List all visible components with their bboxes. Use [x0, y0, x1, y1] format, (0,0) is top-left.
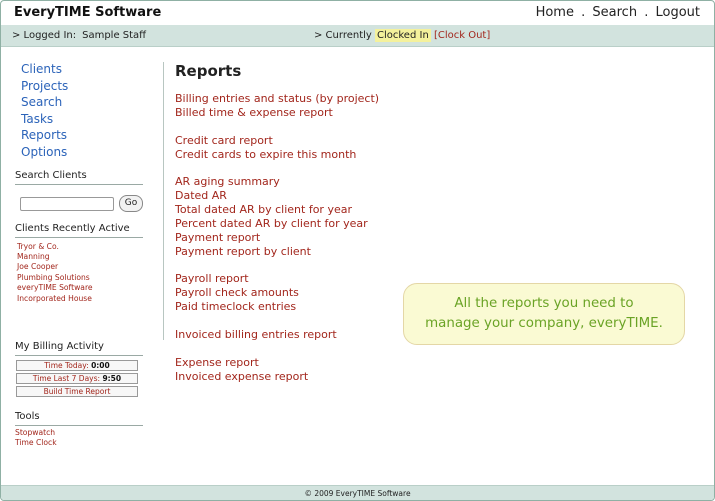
report-link[interactable]: Payment report — [175, 231, 415, 245]
app-title: EveryTIME Software — [14, 5, 162, 20]
report-group-ar: AR aging summary Dated AR Total dated AR… — [175, 175, 415, 258]
recent-client-link[interactable]: Manning — [15, 252, 145, 262]
report-link[interactable]: Invoiced expense report — [175, 370, 415, 384]
user-name: Sample Staff — [82, 30, 147, 41]
time-today-value: 0:00 — [91, 361, 110, 370]
report-link[interactable]: Dated AR — [175, 189, 415, 203]
report-link[interactable]: Payroll report — [175, 272, 415, 286]
time-today-label: Time Today: — [44, 361, 89, 370]
clock-status: > Currently Clocked In [Clock Out] — [314, 29, 490, 42]
report-link[interactable]: Expense report — [175, 356, 415, 370]
logged-in-label: > Logged In: — [12, 30, 77, 41]
build-time-report-button[interactable]: Build Time Report — [16, 386, 138, 397]
report-link[interactable]: Credit card report — [175, 134, 415, 148]
top-nav: Home . Search . Logout — [536, 5, 700, 20]
content-divider — [163, 62, 164, 340]
time-week-value: 9:50 — [102, 374, 122, 383]
nav-item-reports[interactable]: Reports — [15, 127, 145, 144]
promo-line-2: manage your company, everyTIME. — [425, 316, 663, 331]
sidebar: Clients Projects Search Tasks Reports Op… — [15, 61, 145, 447]
recent-client-link[interactable]: Incorporated House — [15, 294, 145, 304]
nav-item-clients[interactable]: Clients — [15, 61, 145, 78]
report-link[interactable]: Payroll check amounts — [175, 286, 415, 300]
time-week-label: Time Last 7 Days: — [32, 374, 101, 383]
recent-client-link[interactable]: Tryor & Co. — [15, 242, 145, 252]
nav-item-tasks[interactable]: Tasks — [15, 111, 145, 128]
home-link[interactable]: Home — [536, 5, 574, 20]
billing-activity: Time Today: 0:00 Time Last 7 Days: 9:50 … — [15, 360, 145, 397]
recent-client-link[interactable]: Joe Cooper — [15, 262, 145, 272]
login-status: > Logged In: Sample Staff — [12, 30, 146, 41]
stopwatch-link[interactable]: Stopwatch — [15, 428, 143, 438]
promo-line-1: All the reports you need to — [454, 296, 634, 311]
report-group-expense: Expense report Invoiced expense report — [175, 356, 415, 384]
report-link[interactable]: Payment report by client — [175, 245, 415, 259]
tools-list: Stopwatch Time Clock — [15, 425, 143, 447]
clock-out-link[interactable]: [Clock Out] — [434, 30, 490, 41]
report-group-billing: Billing entries and status (by project) … — [175, 92, 415, 120]
recent-client-link[interactable]: everyTIME Software — [15, 283, 145, 293]
reports-content: Reports Billing entries and status (by p… — [175, 62, 415, 397]
status-bar: > Logged In: Sample Staff > Currently Clo… — [1, 25, 714, 47]
recent-clients-list: Tryor & Co. Manning Joe Cooper Plumbing … — [15, 242, 145, 304]
report-link[interactable]: Paid timeclock entries — [175, 300, 415, 314]
clock-state-badge: Clocked In — [375, 29, 431, 42]
time-today-button[interactable]: Time Today: 0:00 — [16, 360, 138, 371]
report-group-credit-card: Credit card report Credit cards to expir… — [175, 134, 415, 162]
report-link[interactable]: Percent dated AR by client for year — [175, 217, 415, 231]
nav-separator: . — [644, 5, 649, 20]
nav-separator: . — [581, 5, 586, 20]
report-link[interactable]: Billed time & expense report — [175, 106, 415, 120]
search-clients-input[interactable] — [20, 196, 114, 211]
billing-activity-heading: My Billing Activity — [15, 341, 143, 356]
go-button[interactable]: Go — [119, 194, 143, 212]
nav-item-search[interactable]: Search — [15, 94, 145, 111]
report-link[interactable]: Billing entries and status (by project) — [175, 92, 415, 106]
page-title: Reports — [175, 62, 242, 80]
time-week-button[interactable]: Time Last 7 Days: 9:50 — [16, 373, 138, 384]
recent-clients-heading: Clients Recently Active — [15, 223, 143, 238]
nav-item-projects[interactable]: Projects — [15, 78, 145, 95]
header: EveryTIME Software Home . Search . Logou… — [1, 1, 714, 25]
report-link[interactable]: Invoiced billing entries report — [175, 328, 415, 342]
search-clients-form: Go — [15, 194, 145, 220]
time-clock-link[interactable]: Time Clock — [15, 438, 143, 448]
report-group-payroll: Payroll report Payroll check amounts Pai… — [175, 272, 415, 314]
tools-heading: Tools — [15, 411, 40, 422]
report-link[interactable]: AR aging summary — [175, 175, 415, 189]
app-window: EveryTIME Software Home . Search . Logou… — [0, 0, 715, 501]
nav-item-options[interactable]: Options — [15, 144, 145, 161]
search-clients-heading: Search Clients — [15, 170, 143, 185]
recent-client-link[interactable]: Plumbing Solutions — [15, 273, 145, 283]
main-nav: Clients Projects Search Tasks Reports Op… — [15, 61, 145, 161]
footer: © 2009 EveryTIME Software — [1, 485, 714, 500]
search-link[interactable]: Search — [592, 5, 637, 20]
currently-label: > Currently — [314, 30, 372, 41]
report-group-invoiced: Invoiced billing entries report — [175, 328, 415, 342]
promo-callout: All the reports you need to manage your … — [403, 283, 685, 345]
report-link[interactable]: Total dated AR by client for year — [175, 203, 415, 217]
logout-link[interactable]: Logout — [655, 5, 700, 20]
report-link[interactable]: Credit cards to expire this month — [175, 148, 415, 162]
